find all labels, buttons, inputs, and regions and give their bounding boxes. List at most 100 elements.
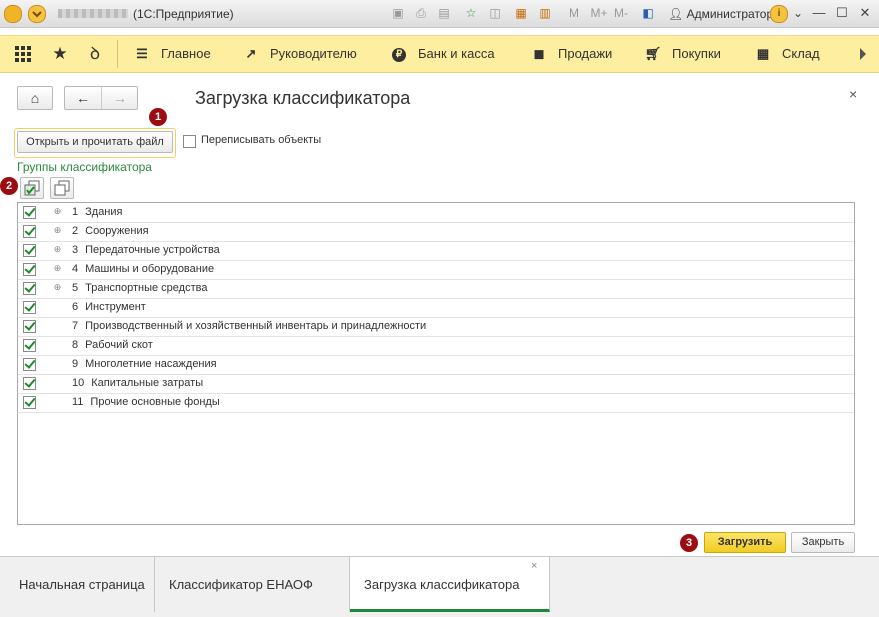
bag-icon: ◼ (533, 46, 545, 61)
nav-scroll-right-icon[interactable] (860, 48, 866, 60)
row-checkbox[interactable] (23, 225, 36, 238)
nav-item-label: Руководителю (270, 46, 357, 61)
nav-item-sales[interactable]: ◼ Продажи (530, 36, 613, 72)
info-icon[interactable]: i (770, 5, 788, 23)
row-text: 6 Инструмент (72, 301, 146, 313)
nav-item-director[interactable]: ↗ Руководителю (242, 36, 357, 72)
expand-plus-icon[interactable]: ⊕ (53, 245, 62, 254)
row-checkbox[interactable] (23, 263, 36, 276)
save-icon[interactable]: ▣ (390, 5, 406, 21)
app-logo-icon (4, 5, 22, 23)
group-code: 3 (72, 244, 79, 256)
table-row[interactable]: ⊕ 2 Сооружения (18, 222, 854, 242)
form-close-icon[interactable]: × (849, 86, 857, 102)
calendar-icon[interactable]: ▥ (537, 5, 553, 21)
group-name: Передаточные устройства (85, 244, 220, 256)
history-icon[interactable]: ◫ (487, 5, 503, 21)
group-name: Инструмент (85, 301, 146, 313)
user-name[interactable]: 👤︎ Администратор (668, 7, 773, 21)
nav-item-label: Склад (782, 46, 820, 61)
calculator-icon[interactable]: ▦ (513, 5, 529, 21)
group-name: Капитальные затраты (91, 377, 204, 389)
row-checkbox[interactable] (23, 358, 36, 371)
favorite-add-icon[interactable]: ☆ (463, 5, 479, 21)
step-badge-3: 3 (680, 534, 698, 552)
tab-load-classifier[interactable]: Загрузка классификатора × (350, 557, 550, 612)
arrow-right-icon: → (113, 90, 127, 106)
hamburger-icon: ☰ (136, 46, 148, 61)
open-read-file-button[interactable]: Открыть и прочитать файл (17, 131, 173, 153)
table-row[interactable]: 11 Прочие основные фонды (18, 393, 854, 413)
close-button[interactable]: Закрыть (791, 532, 855, 553)
row-text: 2 Сооружения (72, 225, 149, 237)
groups-table: ⊕ 1 Здания ⊕ 2 Сооружения ⊕ 3 Передаточные устро… (17, 202, 855, 525)
row-checkbox[interactable] (23, 301, 36, 314)
row-text: 10 Капитальные затраты (72, 377, 203, 389)
overwrite-checkbox[interactable] (183, 135, 196, 148)
nav-item-purchases[interactable]: 🛒︎ Покупки (644, 36, 721, 72)
expand-plus-icon[interactable]: ⊕ (53, 226, 62, 235)
window-titlebar: (1С:Предприятие) ▣ ⎙ ▤ ☆ ◫ ▦ ▥ M M+ M- ◧… (0, 0, 879, 28)
group-name: Производственный и хозяйственный инвента… (85, 320, 427, 332)
maximize-button[interactable]: ☐ (833, 4, 851, 22)
row-checkbox[interactable] (23, 320, 36, 333)
table-row[interactable]: ⊕ 3 Передаточные устройства (18, 241, 854, 261)
row-text: 8 Рабочий скот (72, 339, 153, 351)
group-name: Рабочий скот (85, 339, 153, 351)
group-code: 11 (72, 396, 84, 408)
table-row[interactable]: 8 Рабочий скот (18, 336, 854, 356)
table-row[interactable]: ⊕ 4 Машины и оборудование (18, 260, 854, 280)
expand-plus-icon[interactable]: ⊕ (53, 283, 62, 292)
row-checkbox[interactable] (23, 339, 36, 352)
apps-menu-icon[interactable] (8, 36, 38, 72)
tab-classifier-enaof[interactable]: Классификатор ЕНАОФ (155, 557, 350, 612)
nav-item-main[interactable]: ☰ Главное (133, 36, 211, 72)
window-close-button[interactable]: ✕ (856, 4, 874, 22)
favorites-star-icon[interactable]: ★ (45, 36, 75, 72)
preview-icon[interactable]: ▤ (436, 5, 452, 21)
row-checkbox[interactable] (23, 206, 36, 219)
nav-divider (117, 40, 118, 68)
row-checkbox[interactable] (23, 396, 36, 409)
arrow-left-icon: ← (76, 90, 90, 106)
memory-mminus-button[interactable]: M- (612, 5, 630, 21)
group-name: Машины и оборудование (85, 263, 215, 275)
table-row[interactable]: 9 Многолетние насаждения (18, 355, 854, 375)
forward-button[interactable]: → (101, 87, 138, 109)
check-all-button[interactable] (20, 177, 44, 199)
row-text: 9 Многолетние насаждения (72, 358, 217, 370)
nav-item-bank[interactable]: ₽ Банк и касса (390, 36, 495, 72)
table-row[interactable]: 10 Капитальные затраты (18, 374, 854, 394)
window-layout-icon[interactable]: ◧ (640, 5, 656, 21)
info-dropdown-icon[interactable]: ⌄ (790, 5, 806, 21)
group-code: 6 (72, 301, 79, 313)
window-title: (1С:Предприятие) (133, 7, 234, 21)
user-icon: 👤︎ (668, 7, 684, 21)
table-row[interactable]: 7 Производственный и хозяйственный инвент… (18, 317, 854, 337)
expand-plus-icon[interactable]: ⊕ (53, 264, 62, 273)
nav-item-warehouse[interactable]: ▦ Склад (754, 36, 820, 72)
minimize-button[interactable]: — (810, 4, 828, 22)
back-button[interactable]: ← (65, 87, 101, 109)
expand-plus-icon[interactable]: ⊕ (53, 207, 62, 216)
print-icon[interactable]: ⎙ (413, 5, 429, 21)
uncheck-all-button[interactable] (50, 177, 74, 199)
tab-home-page[interactable]: Начальная страница (5, 557, 155, 612)
table-row[interactable]: ⊕ 5 Транспортные средства (18, 279, 854, 299)
load-button[interactable]: Загрузить (704, 532, 786, 553)
memory-m-button[interactable]: M (566, 5, 582, 21)
group-code: 7 (72, 320, 79, 332)
history-clock-icon[interactable]: ꝺ (80, 36, 110, 72)
home-button[interactable]: ⌂ (17, 86, 53, 110)
table-row[interactable]: 6 Инструмент (18, 298, 854, 318)
group-code: 1 (72, 206, 79, 218)
table-row[interactable]: ⊕ 1 Здания (18, 203, 854, 223)
row-checkbox[interactable] (23, 377, 36, 390)
window-title-redacted (58, 9, 128, 18)
row-checkbox[interactable] (23, 244, 36, 257)
tab-close-icon[interactable]: × (531, 539, 537, 594)
row-text: 5 Транспортные средства (72, 282, 207, 294)
row-checkbox[interactable] (23, 282, 36, 295)
memory-mplus-button[interactable]: M+ (589, 5, 609, 21)
main-menu-icon[interactable] (28, 5, 46, 23)
